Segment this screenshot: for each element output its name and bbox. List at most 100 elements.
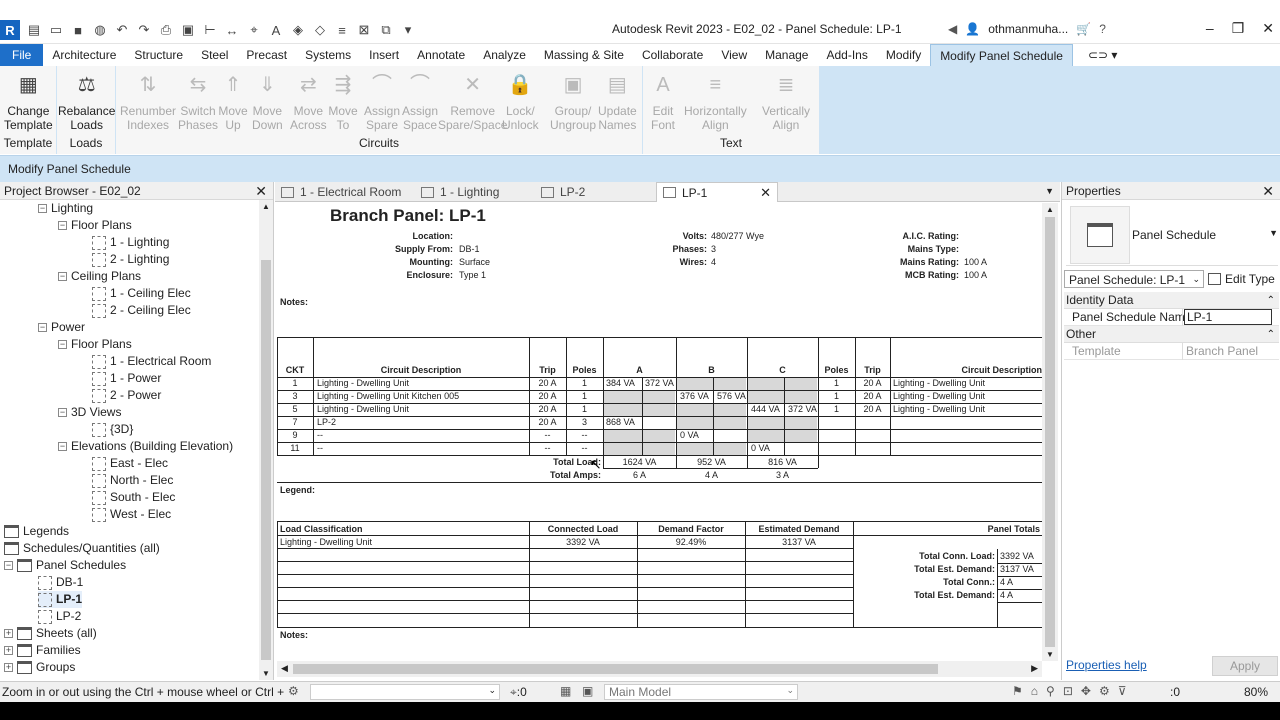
ribbon-button-verticallyalign[interactable]: ≣ Vertically Align — [762, 70, 810, 132]
browser-item[interactable]: West - Elec — [92, 506, 171, 523]
browser-item[interactable]: − Lighting — [38, 200, 93, 217]
browser-item[interactable]: −3D Views — [58, 404, 121, 421]
browser-item[interactable]: LP-1 — [38, 591, 83, 608]
browser-item[interactable]: 1 - Power — [92, 370, 161, 387]
schedule-hscroll[interactable]: ◀ ▶ — [277, 661, 1042, 677]
links-icon[interactable]: ⚑ — [1012, 684, 1023, 698]
tag-icon[interactable]: ⌖ — [246, 22, 262, 38]
ribbon-button-renumberindexes[interactable]: ⇅ Renumber Indexes — [120, 70, 176, 132]
browser-item[interactable]: 2 - Ceiling Elec — [92, 302, 191, 319]
browser-item[interactable]: − Panel Schedules — [4, 557, 126, 574]
apply-button[interactable]: Apply — [1212, 656, 1278, 676]
collapse-icon[interactable]: − — [58, 408, 67, 417]
collapse-icon[interactable]: − — [58, 442, 67, 451]
property-section[interactable]: Identity Data ⌃ — [1064, 292, 1279, 309]
user-name[interactable]: othmanmuha... — [988, 22, 1068, 36]
ribbon-button-lock-unlock[interactable]: 🔒 Lock/Unlock — [502, 70, 539, 132]
worksets-icon[interactable]: ⚙ — [288, 684, 299, 698]
ribbon-button-rebalanceloads[interactable]: ⚖ Rebalance Loads — [58, 70, 115, 132]
ribbon-button-assignspace[interactable]: ⌒ Assign Space — [402, 70, 438, 132]
ribbon-button-changetemplate[interactable]: ▦ Change Template — [4, 70, 53, 132]
ribbon-tab-architecture[interactable]: Architecture — [43, 44, 125, 66]
cart-icon[interactable]: 🛒 — [1076, 22, 1091, 36]
open-icon[interactable]: ▭ — [48, 22, 64, 38]
ribbon-button-moveto[interactable]: ⇶ Move To — [328, 70, 358, 132]
help-icon[interactable]: ? — [1099, 22, 1106, 36]
ribbon-tab-view[interactable]: View — [712, 44, 756, 66]
browser-item[interactable]: 2 - Lighting — [92, 251, 169, 268]
browser-item[interactable]: Schedules/Quantities (all) — [4, 540, 160, 557]
ribbon-tab-insert[interactable]: Insert — [360, 44, 408, 66]
schedule-vscroll[interactable]: ▲ ▼ — [1042, 203, 1058, 661]
scroll-down-icon[interactable]: ▼ — [1046, 650, 1054, 659]
ribbon-button-moveacross[interactable]: ⇄ Move Across — [290, 70, 327, 132]
browser-item[interactable]: + Sheets (all) — [4, 625, 97, 642]
redo-icon[interactable]: ↷ — [136, 22, 152, 38]
browser-item[interactable]: − Floor Plans — [58, 217, 132, 234]
ribbon-tab-steel[interactable]: Steel — [192, 44, 237, 66]
ribbon-tab-annotate[interactable]: Annotate — [408, 44, 474, 66]
undo-icon[interactable]: ↶ — [114, 22, 130, 38]
collapse-icon[interactable]: − — [58, 272, 67, 281]
select-by-face-icon[interactable]: ⊡ — [1063, 684, 1073, 698]
user-icon[interactable]: 👤 — [965, 22, 980, 36]
close-icon[interactable]: ✕ — [1262, 182, 1274, 200]
type-dropdown-icon[interactable]: ▼ — [1269, 228, 1278, 238]
collapse-icon[interactable]: − — [58, 340, 67, 349]
expand-icon[interactable]: + — [4, 629, 13, 638]
scroll-thumb[interactable] — [261, 260, 271, 660]
scroll-right-icon[interactable]: ▶ — [1031, 663, 1038, 674]
property-section[interactable]: Other ⌃ — [1064, 326, 1279, 343]
scroll-thumb[interactable] — [1045, 217, 1055, 647]
scroll-thumb[interactable] — [293, 664, 938, 674]
browser-item[interactable]: − Elevations (Building Elevation) — [58, 438, 233, 455]
measure-icon[interactable]: ⊢ — [202, 22, 218, 38]
home-icon[interactable]: ▤ — [26, 22, 42, 38]
ribbon-options-icon[interactable]: ⊂⊃ ▾ — [1079, 44, 1126, 66]
underlay-icon[interactable]: ⌂ — [1031, 684, 1038, 698]
browser-item[interactable]: Legends — [4, 523, 69, 540]
ribbon-tab-precast[interactable]: Precast — [237, 44, 296, 66]
ribbon-button-horizontallyalign[interactable]: ≡ Horizontally Align — [684, 70, 747, 132]
close-tab-icon[interactable]: ✕ — [760, 183, 771, 203]
3d-view-icon[interactable]: ◈ — [290, 22, 306, 38]
print-icon[interactable]: ⎙ — [158, 22, 174, 38]
ribbon-tab-systems[interactable]: Systems — [296, 44, 360, 66]
ribbon-button-removespare-space[interactable]: ✕ Remove Spare/Space — [438, 70, 507, 132]
ribbon-button-editfont[interactable]: A Edit Font — [648, 70, 678, 132]
browser-item[interactable]: 1 - Electrical Room — [92, 353, 211, 370]
ribbon-tab-file[interactable]: File — [0, 44, 44, 66]
collapse-section-icon[interactable]: ⌃ — [1267, 326, 1275, 343]
ribbon-button-switchphases[interactable]: ⇆ Switch Phases — [178, 70, 218, 132]
collapse-icon[interactable]: − — [4, 561, 13, 570]
customize-qat-icon[interactable]: ▾ — [400, 22, 416, 38]
tab-lighting[interactable]: 1 - Lighting — [421, 182, 499, 202]
close-icon[interactable]: ✕ — [255, 182, 267, 200]
minimize-icon[interactable]: – — [1206, 20, 1214, 37]
browser-item[interactable]: DB-1 — [38, 574, 83, 591]
thin-lines-icon[interactable]: ≡ — [334, 22, 350, 38]
close-window-icon[interactable]: ✕ — [1262, 20, 1274, 37]
scroll-down-icon[interactable]: ▼ — [262, 669, 270, 678]
edit-type-button[interactable]: Edit Type — [1208, 270, 1278, 288]
scroll-up-icon[interactable]: ▲ — [262, 202, 270, 211]
browser-item[interactable]: − Power — [38, 319, 85, 336]
scroll-left-icon[interactable]: ◀ — [281, 663, 288, 674]
ribbon-tab-modify[interactable]: Modify — [877, 44, 930, 66]
drag-icon[interactable]: ✥ — [1081, 684, 1091, 698]
browser-item[interactable]: + Families — [4, 642, 81, 659]
tab-lp-1[interactable]: LP-1 ✕ — [656, 182, 778, 202]
expand-icon[interactable]: + — [4, 646, 13, 655]
browser-item[interactable]: South - Elec — [92, 489, 175, 506]
collapse-section-icon[interactable]: ⌃ — [1267, 292, 1275, 309]
browser-item[interactable]: North - Elec — [92, 472, 173, 489]
close-hidden-icon[interactable]: ⊠ — [356, 22, 372, 38]
tab-menu-icon[interactable]: ▼ — [1045, 186, 1054, 196]
ribbon-tab-add-ins[interactable]: Add-Ins — [817, 44, 876, 66]
browser-item[interactable]: 1 - Lighting — [92, 234, 169, 251]
collapse-icon[interactable]: − — [38, 204, 47, 213]
editable-only-icon[interactable]: ▣ — [582, 684, 593, 698]
scroll-up-icon[interactable]: ▲ — [1046, 205, 1054, 214]
switch-windows-icon[interactable]: ⧉ — [378, 22, 394, 38]
browser-item[interactable]: 1 - Ceiling Elec — [92, 285, 191, 302]
